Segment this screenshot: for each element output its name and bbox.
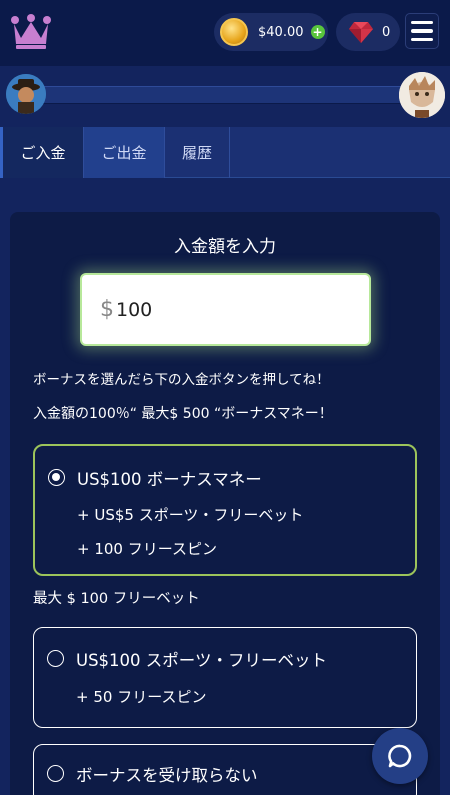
hamburger-menu-icon[interactable] — [405, 13, 439, 49]
hint-text: ボーナスを選んだら下の入金ボタンを押してね！ — [33, 372, 330, 388]
amount-input[interactable] — [116, 298, 316, 321]
tabs: ご入金 ご出金 履歴 — [0, 127, 450, 178]
option-perk: + US$5 スポーツ・フリーベット — [77, 506, 304, 524]
radio-button[interactable] — [47, 650, 64, 667]
chat-icon[interactable] — [372, 728, 428, 784]
gem-count: 0 — [382, 24, 391, 40]
avatar-right — [399, 72, 445, 118]
avatar-character-icon — [399, 72, 445, 118]
option-label: ボーナスを受け取らない — [76, 766, 258, 785]
add-funds-icon[interactable]: + — [310, 25, 325, 39]
balance-pill[interactable]: $40.00 + — [214, 13, 328, 51]
gems-pill[interactable]: 0 — [336, 13, 400, 51]
avatar-left — [6, 74, 46, 114]
top-bar: $40.00 + 0 — [0, 0, 450, 66]
tab-deposit[interactable]: ご入金 — [0, 127, 84, 178]
bonus-headline: 入金額の100％“ 最大$ 500 “ボーナスマネー！ — [33, 406, 333, 422]
option-perk: + 100 フリースピン — [77, 540, 217, 558]
bonus-option-freebet[interactable]: US$100 スポーツ・フリーベット + 50 フリースピン — [33, 627, 417, 728]
option-perk: + 50 フリースピン — [76, 688, 207, 706]
balance-amount: $40.00 — [258, 24, 304, 40]
option-label: US$100 ボーナスマネー — [77, 470, 262, 489]
radio-button-checked[interactable] — [48, 469, 65, 486]
bonus-option-none[interactable]: ボーナスを受け取らない — [33, 744, 417, 795]
bonus-option-money[interactable]: US$100 ボーナスマネー + US$5 スポーツ・フリーベット + 100 … — [33, 444, 417, 576]
radio-button[interactable] — [47, 765, 64, 782]
tab-history[interactable]: 履歴 — [165, 127, 230, 178]
crown-icon[interactable] — [10, 14, 52, 50]
option-label: US$100 スポーツ・フリーベット — [76, 651, 327, 670]
gem-icon — [349, 22, 373, 43]
avatar-character-icon — [6, 74, 46, 114]
currency-symbol: $ — [100, 297, 114, 322]
deposit-panel: 入金額を入力 $ ボーナスを選んだら下の入金ボタンを押してね！ 入金額の100％… — [10, 212, 440, 795]
tab-withdraw[interactable]: ご出金 — [84, 127, 165, 178]
progress-track — [40, 86, 410, 104]
progress-row — [0, 66, 450, 126]
speech-bubble-icon — [388, 744, 412, 768]
amount-field[interactable]: $ — [80, 273, 371, 346]
section-label: 最大 $ 100 フリーベット — [33, 591, 200, 607]
coin-icon — [220, 18, 248, 46]
panel-title: 入金額を入力 — [174, 237, 276, 257]
